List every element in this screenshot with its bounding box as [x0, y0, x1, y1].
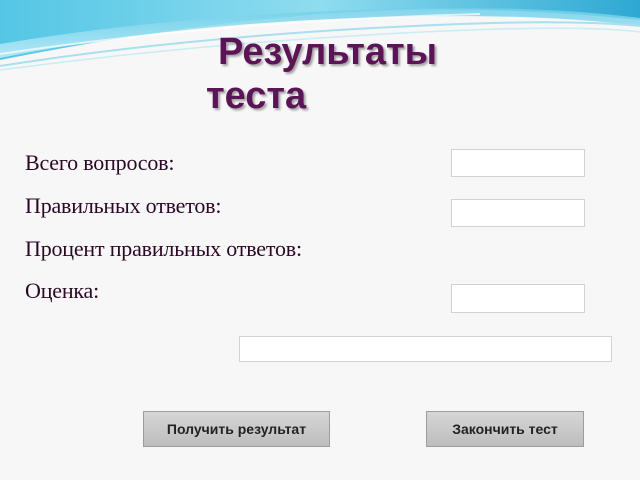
correct-answers-label: Правильных ответов: [25, 193, 222, 218]
total-questions-label: Всего вопросов: [25, 150, 175, 175]
get-result-button[interactable]: Получить результат [143, 411, 330, 447]
page-title: Результаты теста [206, 30, 566, 118]
correct-answers-field[interactable] [451, 199, 585, 227]
page-title-line1: Результаты [218, 31, 438, 73]
result-message-field[interactable] [239, 336, 612, 362]
grade-field[interactable] [451, 284, 585, 313]
total-questions-field[interactable] [451, 149, 585, 177]
finish-test-button[interactable]: Закончить тест [426, 411, 584, 447]
grade-label: Оценка: [25, 278, 100, 303]
page-title-line2: теста [206, 75, 307, 117]
percent-correct-label: Процент правильных ответов: [25, 236, 302, 261]
